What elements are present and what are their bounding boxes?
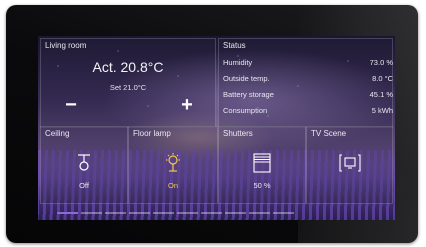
screen: Living room Act. 20.8°C Set 21.0°C − + S… [38,36,395,220]
status-tile: Status Humidity 73.0 % Outside temp. 8.0… [218,38,393,128]
living-room-tile: Living room Act. 20.8°C Set 21.0°C − + [40,38,216,128]
page-dot[interactable] [273,212,294,214]
status-label: Battery storage [223,90,274,99]
floor-lamp-icon [129,153,217,173]
page-dot[interactable] [249,212,270,214]
tv-scene-icon [307,153,392,173]
status-row-consumption: Consumption 5 kWh [223,106,393,115]
shutters-title: Shutters [223,129,253,138]
living-room-title: Living room [45,41,87,50]
ceiling-title: Ceiling [45,129,70,138]
status-label: Consumption [223,106,268,115]
status-value: 45.1 % [369,90,393,99]
status-label: Outside temp. [223,74,270,83]
floor-lamp-tile[interactable]: Floor lamp On [128,126,218,204]
tv-scene-tile[interactable]: TV Scene [306,126,393,204]
status-value: 5 kWh [371,106,393,115]
page-dot[interactable] [105,212,126,214]
page-dot[interactable] [81,212,102,214]
ceiling-light-icon [41,153,127,173]
status-label: Humidity [223,58,253,67]
page-dot[interactable] [153,212,174,214]
floor-lamp-state: On [167,181,178,190]
page-dot[interactable] [225,212,246,214]
page-dot[interactable] [177,212,198,214]
device: Living room Act. 20.8°C Set 21.0°C − + S… [0,0,426,247]
page-dot-active[interactable] [57,212,78,214]
setpoint-temperature: Set 21.0°C [109,83,147,92]
actual-temperature: Act. 20.8°C [92,59,164,75]
status-value: 73.0 % [369,58,393,67]
shutters-position: 50 % [253,181,271,190]
shutters-icon [219,153,305,173]
decrease-button[interactable]: − [61,95,81,115]
page-dot[interactable] [201,212,222,214]
status-row-humidity: Humidity 73.0 % [223,58,393,67]
page-dot[interactable] [129,212,150,214]
tv-scene-title: TV Scene [311,129,347,138]
floor-lamp-title: Floor lamp [133,129,171,138]
status-row-outside-temp: Outside temp. 8.0 °C [223,74,393,83]
increase-button[interactable]: + [177,95,197,115]
status-value: 8.0 °C [372,74,393,83]
page-indicator [57,212,294,214]
status-title: Status [223,41,246,50]
shutters-tile[interactable]: Shutters 50 % [218,126,306,204]
ceiling-tile[interactable]: Ceiling Off [40,126,128,204]
status-row-battery: Battery storage 45.1 % [223,90,393,99]
ceiling-state: Off [79,181,89,190]
